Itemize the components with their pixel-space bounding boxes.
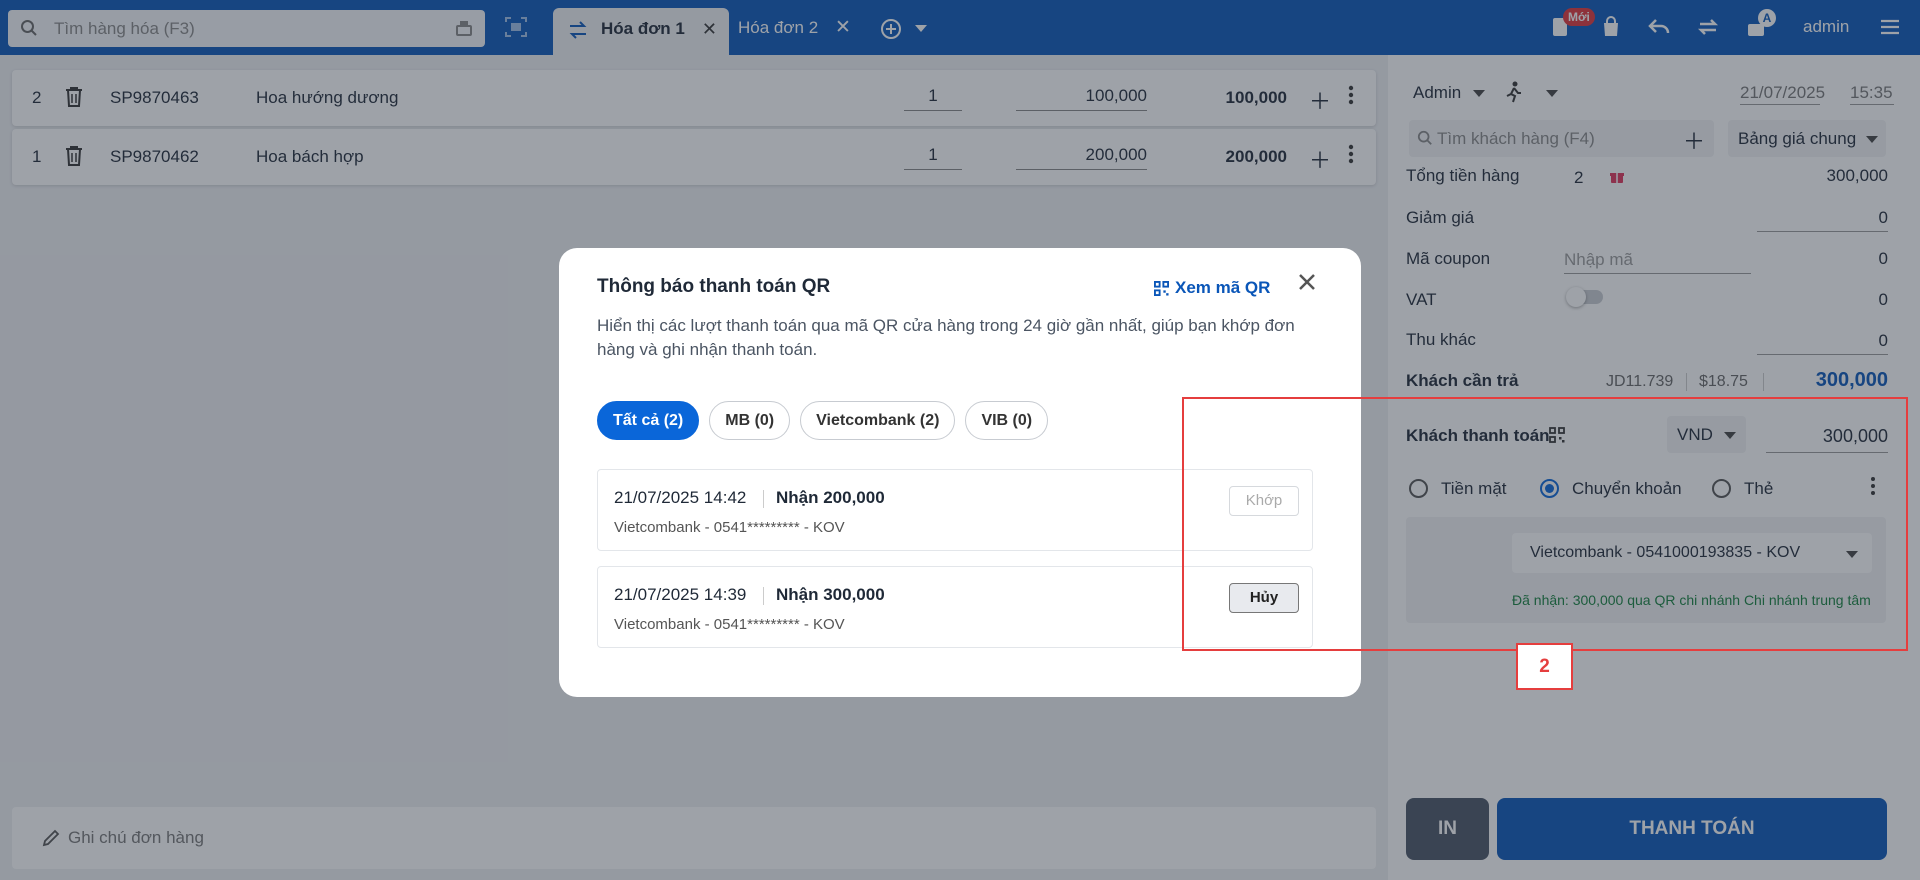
filter-all[interactable]: Tất cả (2): [597, 401, 700, 440]
filter-vietcombank[interactable]: Vietcombank (2): [800, 401, 956, 440]
annotation-number: 2: [1516, 643, 1573, 690]
qr-icon: [1154, 280, 1169, 296]
modal-title: Thông báo thanh toán QR: [597, 276, 831, 297]
modal-description: Hiển thị các lượt thanh toán qua mã QR c…: [597, 316, 1295, 359]
transaction-account: Vietcombank - 0541********* - KOV: [614, 519, 845, 536]
filter-vib[interactable]: VIB (0): [965, 401, 1049, 440]
transaction-time: 21/07/2025 14:42: [614, 488, 747, 507]
view-qr-label: Xem mã QR: [1175, 278, 1271, 297]
transaction-amount: Nhận 300,000: [776, 585, 885, 604]
bank-filter-chips: Tất cả (2) MB (0) Vietcombank (2) VIB (0…: [597, 401, 1049, 440]
annotation-highlight-box: [1182, 397, 1908, 651]
transaction-time: 21/07/2025 14:39: [614, 585, 747, 604]
close-icon[interactable]: [1297, 272, 1317, 292]
transaction-amount: Nhận 200,000: [776, 488, 885, 507]
view-qr-link[interactable]: Xem mã QR: [1154, 278, 1270, 298]
transaction-account: Vietcombank - 0541********* - KOV: [614, 616, 845, 633]
filter-mb[interactable]: MB (0): [709, 401, 791, 440]
